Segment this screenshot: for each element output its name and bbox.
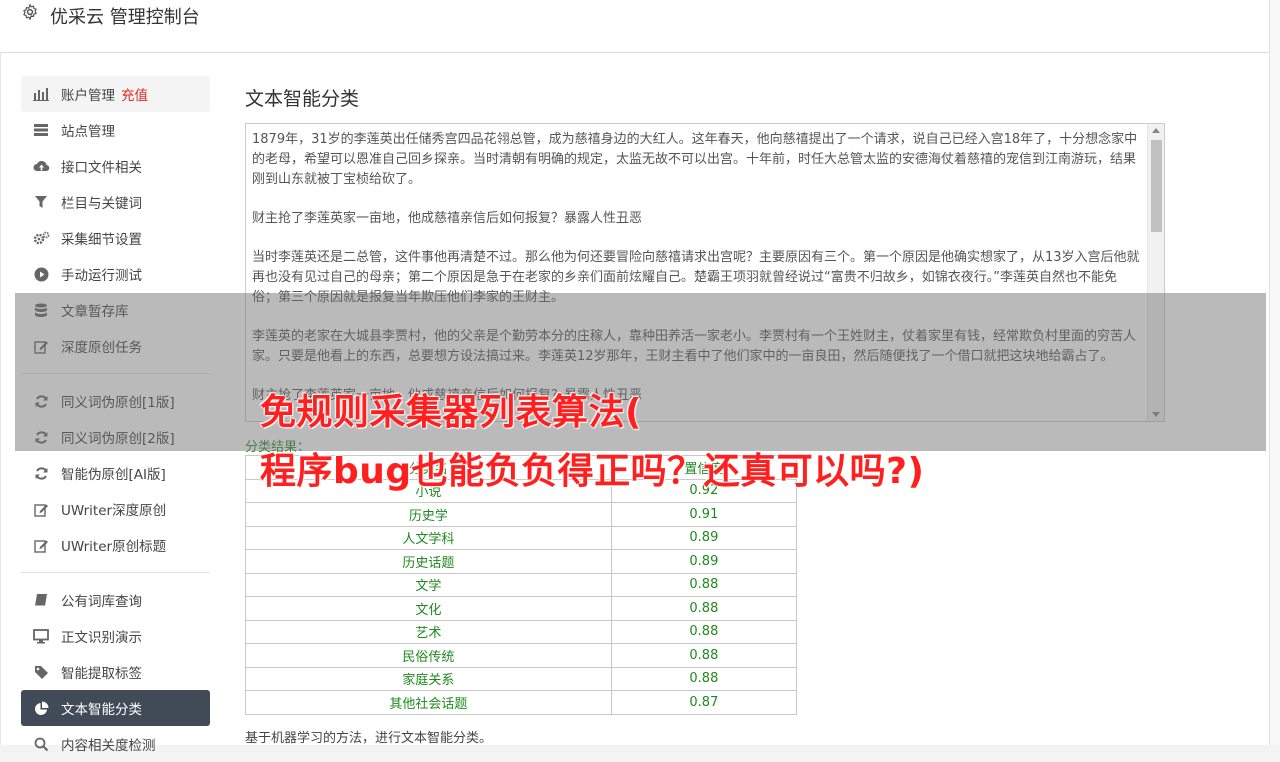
sidebar-item-label: UWriter深度原创: [61, 503, 167, 519]
scroll-up-icon[interactable]: [1152, 128, 1160, 133]
category-cell: 家庭关系: [245, 666, 612, 691]
sidebar-item-label: 公有词库查询: [61, 594, 142, 610]
category-cell: 艺术: [245, 619, 612, 644]
sidebar-item-label: 智能提取标签: [61, 666, 142, 682]
sidebar-item-label: 站点管理: [61, 124, 115, 140]
sidebar-item[interactable]: 智能提取标签: [21, 654, 210, 690]
watermark-line-1: 免规则采集器列表算法(: [260, 392, 642, 433]
cloud-upload-icon: [32, 157, 50, 175]
table-row: 历史话题 0.89: [245, 549, 798, 574]
confidence-cell: 0.88: [610, 572, 798, 597]
confidence-cell: 0.89: [610, 549, 798, 574]
table-row: 人文学科 0.89: [245, 525, 798, 550]
sidebar-item-label: 手动运行测试: [61, 268, 142, 284]
sidebar-item-label: 正文识别演示: [61, 630, 142, 646]
sidebar-item-label: 接口文件相关: [61, 160, 142, 176]
confidence-cell: 0.87: [610, 690, 798, 715]
sidebar-item-label: 文本智能分类: [61, 702, 142, 718]
sidebar-item[interactable]: UWriter深度原创: [21, 491, 210, 527]
sidebar-item-label: 账户管理: [61, 88, 115, 104]
confidence-cell: 0.88: [610, 596, 798, 621]
pie-chart-icon: [32, 699, 50, 717]
confidence-cell: 0.89: [610, 525, 798, 550]
table-row: 其他社会话题 0.87: [245, 690, 798, 715]
table-row: 文学 0.88: [245, 572, 798, 597]
confidence-cell: 0.88: [610, 619, 798, 644]
sidebar-item[interactable]: 手动运行测试: [21, 256, 210, 292]
sidebar-item[interactable]: 智能伪原创[AI版]: [21, 455, 210, 491]
nav-divider: [21, 572, 210, 573]
server-icon: [32, 121, 50, 139]
bar-chart-icon: [32, 85, 50, 103]
watermark-line-2: 程序bug也能负负得正吗？还真可以吗?): [260, 451, 925, 492]
top-bar: 优采云 管理控制台: [0, 0, 1269, 53]
category-cell: 文化: [245, 596, 612, 621]
page-title: 文本智能分类: [245, 88, 360, 110]
category-cell: 其他社会话题: [245, 690, 612, 715]
tag-icon: [32, 663, 50, 681]
console-title: 优采云 管理控制台: [50, 7, 200, 28]
confidence-cell: 0.91: [610, 502, 798, 527]
category-cell: 民俗传统: [245, 643, 612, 668]
sidebar-item[interactable]: UWriter原创标题: [21, 527, 210, 563]
sidebar-item-label: 采集细节设置: [61, 232, 142, 248]
filter-icon: [32, 193, 50, 211]
cogs-icon: [32, 229, 50, 247]
sidebar-item[interactable]: 接口文件相关: [21, 148, 210, 184]
recharge-link[interactable]: 充值: [121, 84, 148, 104]
sidebar-item-label: 栏目与关键词: [61, 196, 142, 212]
sidebar-item[interactable]: 栏目与关键词: [21, 184, 210, 220]
search-icon: [32, 735, 50, 753]
page-scrollbar[interactable]: [1269, 0, 1280, 745]
category-cell: 人文学科: [245, 525, 612, 550]
edit-icon: [32, 500, 50, 518]
sidebar-item-label: UWriter原创标题: [61, 539, 167, 555]
sidebar-item-label: 智能伪原创[AI版]: [61, 467, 166, 483]
play-circle-icon: [32, 265, 50, 283]
scroll-thumb[interactable]: [1151, 140, 1162, 232]
monitor-icon: [32, 627, 50, 645]
gear-icon: [23, 3, 37, 21]
table-row: 艺术 0.88: [245, 619, 798, 644]
table-row: 文化 0.88: [245, 596, 798, 621]
book-icon: [32, 591, 50, 609]
confidence-cell: 0.88: [610, 643, 798, 668]
sidebar-item[interactable]: 内容相关度检测: [21, 726, 210, 762]
confidence-cell: 0.88: [610, 666, 798, 691]
table-row: 民俗传统 0.88: [245, 643, 798, 668]
refresh-icon: [32, 464, 50, 482]
category-cell: 文学: [245, 572, 612, 597]
footnote: 基于机器学习的方法，进行文本智能分类。: [245, 731, 493, 746]
sidebar-item[interactable]: 采集细节设置: [21, 220, 210, 256]
sidebar-item-label: 内容相关度检测: [61, 738, 156, 754]
sidebar-item[interactable]: 公有词库查询: [21, 582, 210, 618]
sidebar-item[interactable]: 正文识别演示: [21, 618, 210, 654]
table-row: 历史学 0.91: [245, 502, 798, 527]
table-row: 家庭关系 0.88: [245, 666, 798, 691]
sidebar-item[interactable]: 站点管理: [21, 112, 210, 148]
article-paragraph: 1879年，31岁的李莲英出任储秀宫四品花翎总管，成为慈禧身边的大红人。这年春天…: [252, 132, 1138, 187]
category-cell: 历史学: [245, 502, 612, 527]
category-cell: 历史话题: [245, 549, 612, 574]
edit-icon: [32, 536, 50, 554]
article-paragraph: 财主抢了李莲英家一亩地，他成慈禧亲信后如何报复？暴露人性丑恶: [252, 211, 643, 226]
sidebar-item[interactable]: 文本智能分类: [21, 690, 210, 726]
sidebar-item[interactable]: 账户管理 充值: [21, 76, 210, 112]
